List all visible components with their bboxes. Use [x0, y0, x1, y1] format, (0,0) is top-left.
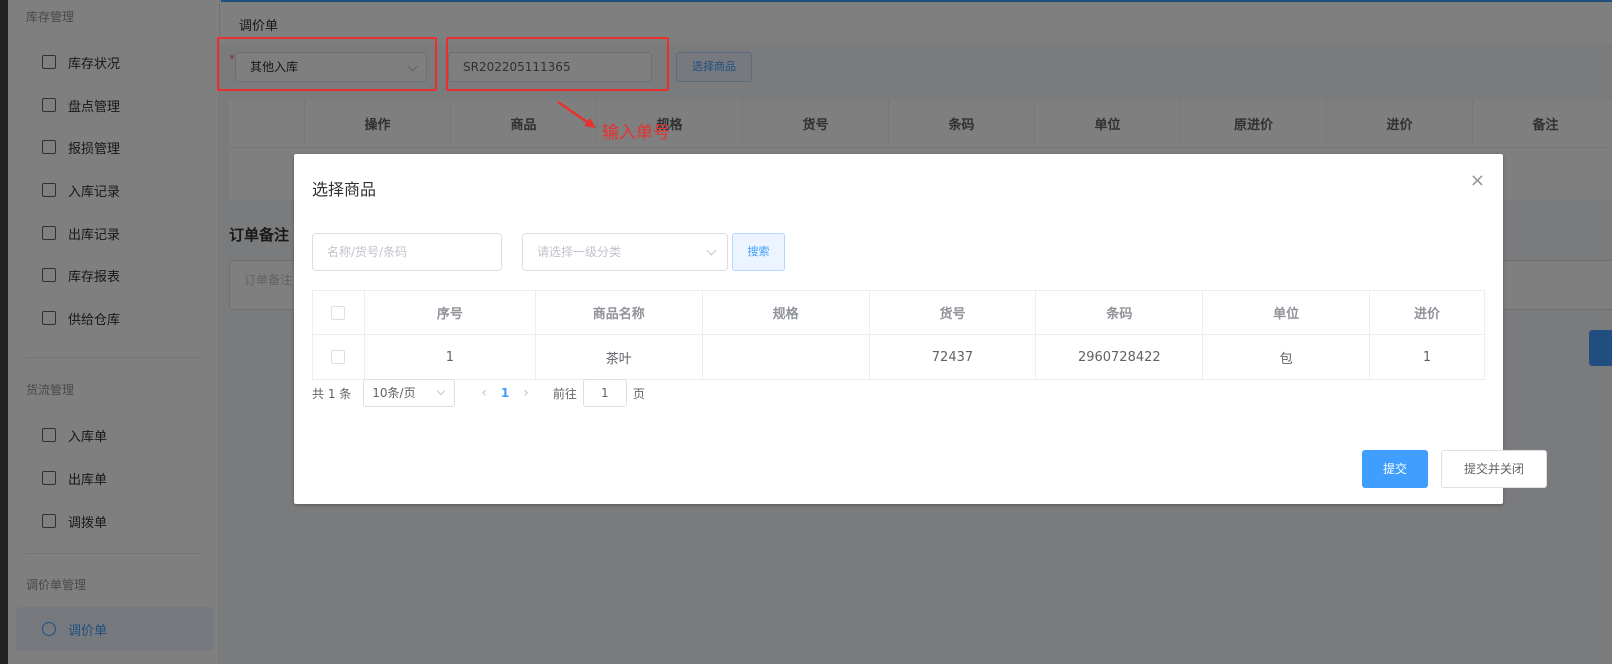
table-header-cell: 条码 [1036, 291, 1204, 334]
select-goods-dialog: 选择商品 × 名称/货号/条码 请选择一级分类 搜索 序号 商品名称 规格 货号… [294, 154, 1547, 504]
page-unit-label: 页 [632, 386, 645, 401]
page-size-select[interactable]: 10条/页 [363, 379, 456, 407]
table-header-cell: 规格 [703, 291, 870, 334]
close-icon[interactable]: × [1470, 170, 1485, 191]
pagination: 共 1 条 10条/页 ‹ 1 › 前往 1 页 [312, 379, 645, 407]
annotation-text: 输入单号 [602, 123, 670, 143]
table-header-cell: 货号 [870, 291, 1037, 334]
table-header-cell: 进价 [1414, 307, 1441, 322]
annotation-arrow-icon [557, 100, 596, 128]
category-select[interactable]: 请选择一级分类 [522, 233, 728, 271]
table-cell: 72437 [870, 335, 1037, 379]
table-cell: 1 [1422, 349, 1432, 365]
pagination-total: 共 1 条 [312, 386, 352, 401]
table-header-cell: 商品名称 [536, 291, 703, 334]
prev-page-icon[interactable]: ‹ [481, 385, 487, 401]
page-number[interactable]: 1 [501, 386, 509, 400]
table-header-row: 序号 商品名称 规格 货号 条码 单位 进价 [313, 291, 1484, 335]
row-select-cell [313, 335, 365, 379]
goto-label: 前往 [552, 386, 577, 401]
highlight-box [446, 37, 669, 91]
goods-table: 序号 商品名称 规格 货号 条码 单位 进价 1 茶叶 72437 296072… [312, 290, 1485, 380]
table-cell: 包 [1203, 335, 1371, 379]
chevron-down-icon [437, 386, 446, 396]
table-row[interactable]: 1 茶叶 72437 2960728422 包 1 [313, 335, 1484, 379]
search-button[interactable]: 搜索 [732, 233, 785, 271]
submit-button[interactable]: 提交 [1362, 450, 1428, 488]
next-page-icon[interactable]: › [523, 385, 529, 401]
table-header-cell: 单位 [1203, 291, 1371, 334]
table-header-cell: 序号 [365, 291, 536, 334]
select-all-checkbox[interactable] [331, 305, 346, 320]
dialog-title: 选择商品 [312, 180, 377, 199]
search-input[interactable]: 名称/货号/条码 [312, 233, 502, 271]
chevron-down-icon [706, 245, 717, 256]
table-cell: 1 [365, 335, 536, 379]
table-cell: 茶叶 [536, 335, 703, 379]
highlight-box [217, 37, 437, 91]
submit-and-close-button[interactable]: 提交并关闭 [1441, 450, 1547, 488]
table-cell: 2960728422 [1036, 335, 1204, 379]
goto-page-input[interactable]: 1 [582, 379, 627, 407]
table-cell [703, 335, 870, 379]
row-checkbox[interactable] [331, 350, 346, 364]
select-all-cell [313, 291, 365, 334]
